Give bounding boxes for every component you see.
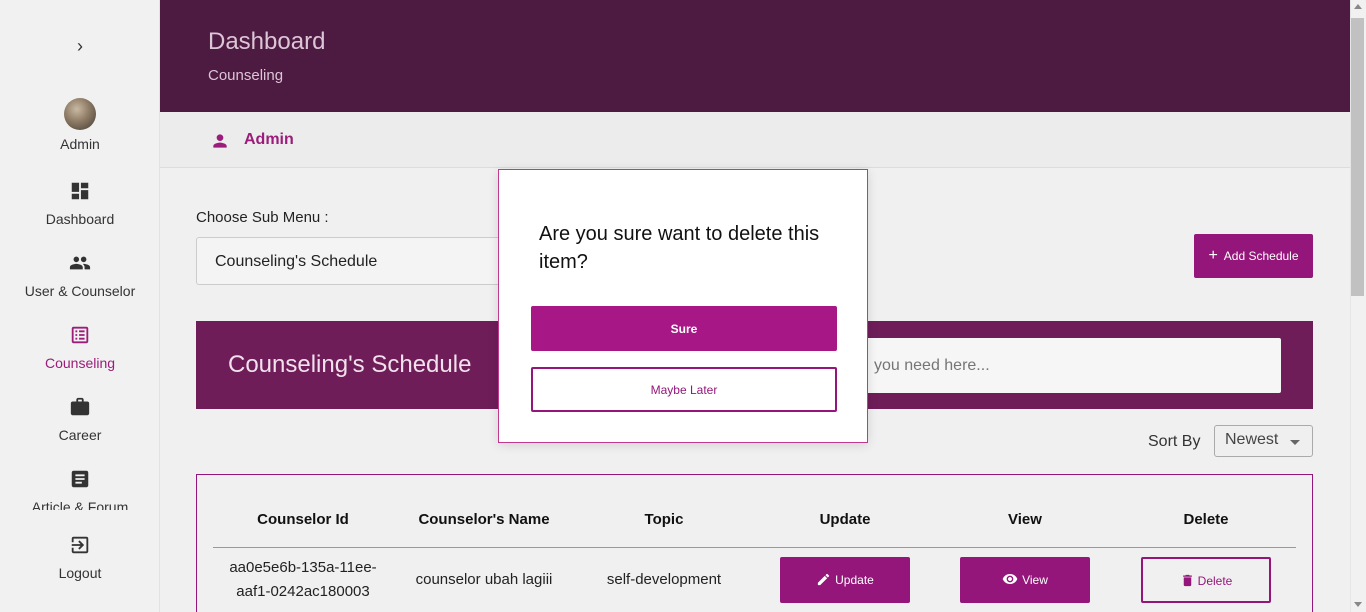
dialog-question: Are you sure want to delete this item?	[539, 223, 820, 273]
cancel-delete-button[interactable]: Maybe Later	[531, 367, 837, 412]
scroll-down-arrow-icon[interactable]	[1354, 602, 1362, 607]
scroll-up-arrow-icon[interactable]	[1354, 4, 1362, 9]
scrollbar-thumb[interactable]	[1351, 18, 1364, 296]
delete-confirm-dialog: Are you sure want to delete this item? S…	[498, 169, 868, 443]
modal-overlay: Are you sure want to delete this item? S…	[0, 0, 1366, 612]
confirm-delete-button[interactable]: Sure	[531, 306, 837, 351]
